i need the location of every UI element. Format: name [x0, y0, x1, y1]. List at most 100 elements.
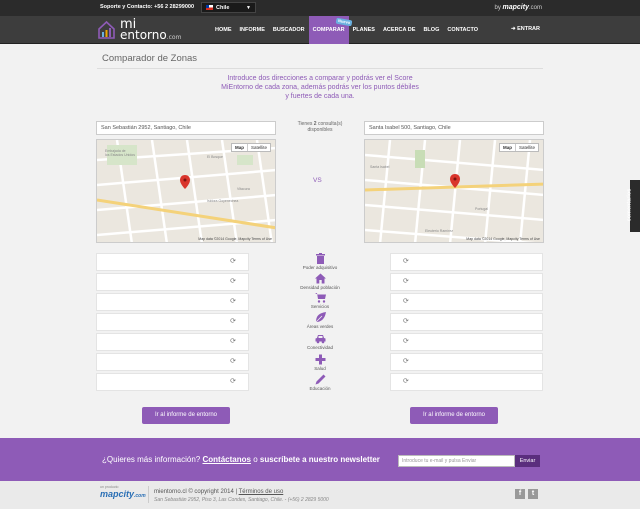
- nav-home[interactable]: HOME: [211, 16, 236, 44]
- map-left-streets: Embajada de los Estados Unidos El Bosque…: [97, 140, 275, 242]
- footer-address: San Sebastián 2952, Piso 3, Las Condes, …: [154, 497, 329, 503]
- score-row-left-servicios: ⟳: [96, 293, 249, 311]
- category-label: Densidad población: [300, 285, 340, 290]
- map-toggle-satellite[interactable]: Satellite: [516, 144, 538, 151]
- loading-spinner-icon: ⟳: [230, 358, 236, 365]
- score-row-left-areas: ⟳: [96, 313, 249, 331]
- category-servicios: Servicios: [290, 292, 350, 309]
- map-toggle-satellite[interactable]: Satellite: [248, 144, 270, 151]
- category-label: Áreas verdes: [306, 324, 334, 329]
- logo-house-icon: [98, 20, 115, 39]
- copyright-text: mientorno.cl © copyright 2014: [154, 489, 234, 495]
- address-input-right[interactable]: Santa Isabel 500, Santiago, Chile: [364, 121, 544, 135]
- address-input-left[interactable]: San Sebastián 2952, Santiago, Chile: [96, 121, 276, 135]
- loading-spinner-icon: ⟳: [230, 318, 236, 325]
- loading-spinner-icon: ⟳: [230, 298, 236, 305]
- svg-text:Isidora Goyenechea: Isidora Goyenechea: [207, 199, 238, 203]
- loading-spinner-icon: ⟳: [403, 258, 409, 265]
- consultas-disponibles: Tienes 2 consulta(s) disponibles: [288, 121, 352, 133]
- score-row-left-conectividad: ⟳: [96, 333, 249, 351]
- score-row-left-poder: ⟳: [96, 253, 249, 271]
- svg-text:Eleuterio Ramírez: Eleuterio Ramírez: [425, 229, 453, 233]
- map-toggle-map[interactable]: Map: [232, 144, 248, 151]
- chile-flag-icon: [206, 5, 213, 11]
- map-toggle-map[interactable]: Map: [500, 144, 516, 151]
- nav-informe[interactable]: INFORME: [236, 16, 269, 44]
- mapcity-link[interactable]: by mapcity.com: [495, 4, 543, 11]
- map-left[interactable]: Embajada de los Estados Unidos El Bosque…: [96, 139, 276, 243]
- footer-divider: [148, 486, 149, 503]
- score-row-right-poder: ⟳: [390, 253, 543, 271]
- category-educacion: Educación: [290, 374, 350, 391]
- svg-text:Santa Isabel: Santa Isabel: [370, 165, 390, 169]
- newsletter-text: ¿Quieres más información? Contáctanos o …: [102, 455, 380, 464]
- category-salud: Salud: [290, 354, 350, 371]
- newsletter-email-input[interactable]: Introduce tu e-mail y pulsa Enviar: [398, 455, 515, 467]
- logo-word-entorno: entorno.com: [120, 28, 182, 42]
- contact-link[interactable]: Contáctanos: [203, 455, 251, 464]
- side-tab-label: comentarios: [626, 188, 633, 222]
- map-type-toggle-left[interactable]: Map Satellite: [230, 143, 271, 152]
- map-right-streets: Santa Isabel Portugal Eleuterio Ramírez: [365, 140, 543, 242]
- category-label: Poder adquisitivo: [302, 265, 338, 270]
- support-contact: Soporte y Contacto: +56 2 28299000: [100, 4, 194, 10]
- informe-button-left[interactable]: Ir al informe de entorno: [142, 407, 230, 424]
- nav-comparar-label: COMPARAR: [312, 27, 345, 33]
- nav-blog[interactable]: BLOG: [419, 16, 443, 44]
- intro-text: Introduce dos direcciones a comparar y p…: [221, 75, 419, 100]
- loading-spinner-icon: ⟳: [403, 338, 409, 345]
- leaf-icon: [315, 312, 326, 323]
- category-conectividad: Conectividad: [290, 333, 350, 350]
- category-label: Salud: [314, 366, 326, 371]
- house-icon: [314, 273, 326, 284]
- loading-spinner-icon: ⟳: [403, 378, 409, 385]
- newsletter-or: o: [253, 455, 258, 464]
- category-areas-verdes: Áreas verdes: [290, 312, 350, 329]
- svg-text:Portugal: Portugal: [475, 207, 488, 211]
- loading-spinner-icon: ⟳: [403, 358, 409, 365]
- nav-buscador[interactable]: BUSCADOR: [269, 16, 309, 44]
- main-navbar: mi entorno.com HOME INFORME BUSCADOR COM…: [0, 16, 640, 44]
- category-label: Educación: [309, 386, 331, 391]
- nav-acerca-de[interactable]: ACERCA DE: [379, 16, 420, 44]
- svg-text:Vitacura: Vitacura: [237, 187, 250, 191]
- terms-link[interactable]: Términos de uso: [239, 489, 284, 495]
- login-label: ENTRAR: [517, 26, 540, 32]
- top-bar: Soporte y Contacto: +56 2 28299000 Chile…: [0, 0, 640, 16]
- login-link[interactable]: ➜ ENTRAR: [511, 26, 540, 32]
- map-attribution-right: Map data ©2014 Google, Mapcity Terms of …: [466, 237, 540, 241]
- title-divider: [97, 68, 543, 69]
- comentarios-side-tab[interactable]: comentarios: [626, 180, 640, 232]
- score-row-right-densidad: ⟳: [390, 273, 543, 291]
- footer-mapcity-logo[interactable]: un producto mapcity.com: [100, 485, 146, 499]
- footer: un producto mapcity.com mientorno.cl © c…: [0, 481, 640, 509]
- loading-spinner-icon: ⟳: [403, 298, 409, 305]
- loading-spinner-icon: ⟳: [230, 258, 236, 265]
- score-row-right-educacion: ⟳: [390, 373, 543, 391]
- subscribe-link[interactable]: suscríbete a nuestro newsletter: [260, 455, 380, 464]
- facebook-icon[interactable]: f: [515, 489, 525, 499]
- nav-comparar[interactable]: COMPARAR Nuevo: [308, 16, 354, 44]
- score-row-left-salud: ⟳: [96, 353, 249, 371]
- informe-button-right[interactable]: Ir al informe de entorno: [410, 407, 498, 424]
- plus-icon: [315, 354, 325, 365]
- map-right[interactable]: Santa Isabel Portugal Eleuterio Ramírez …: [364, 139, 544, 243]
- footer-copyright: mientorno.cl © copyright 2014 | Términos…: [154, 489, 284, 495]
- shopping-cart-icon: [314, 293, 326, 303]
- loading-spinner-icon: ⟳: [230, 378, 236, 385]
- mientorno-logo[interactable]: mi entorno.com: [98, 17, 198, 42]
- trash-can-icon: [315, 253, 325, 264]
- consultas-suffix: consulta(s) disponibles: [307, 121, 343, 133]
- category-densidad-poblacion: Densidad población: [290, 273, 350, 290]
- country-selector[interactable]: Chile ▼: [201, 2, 256, 13]
- mapcity-brand: mapcity: [502, 4, 529, 11]
- map-type-toggle-right[interactable]: Map Satellite: [498, 143, 539, 152]
- loading-spinner-icon: ⟳: [230, 338, 236, 345]
- nav-planes[interactable]: PLANES: [349, 16, 379, 44]
- loading-spinner-icon: ⟳: [230, 278, 236, 285]
- twitter-icon[interactable]: t: [528, 489, 538, 499]
- country-label: Chile: [216, 5, 230, 11]
- nav-contacto[interactable]: CONTACTO: [443, 16, 482, 44]
- car-icon: [315, 335, 325, 344]
- newsletter-send-button[interactable]: Enviar: [515, 455, 540, 467]
